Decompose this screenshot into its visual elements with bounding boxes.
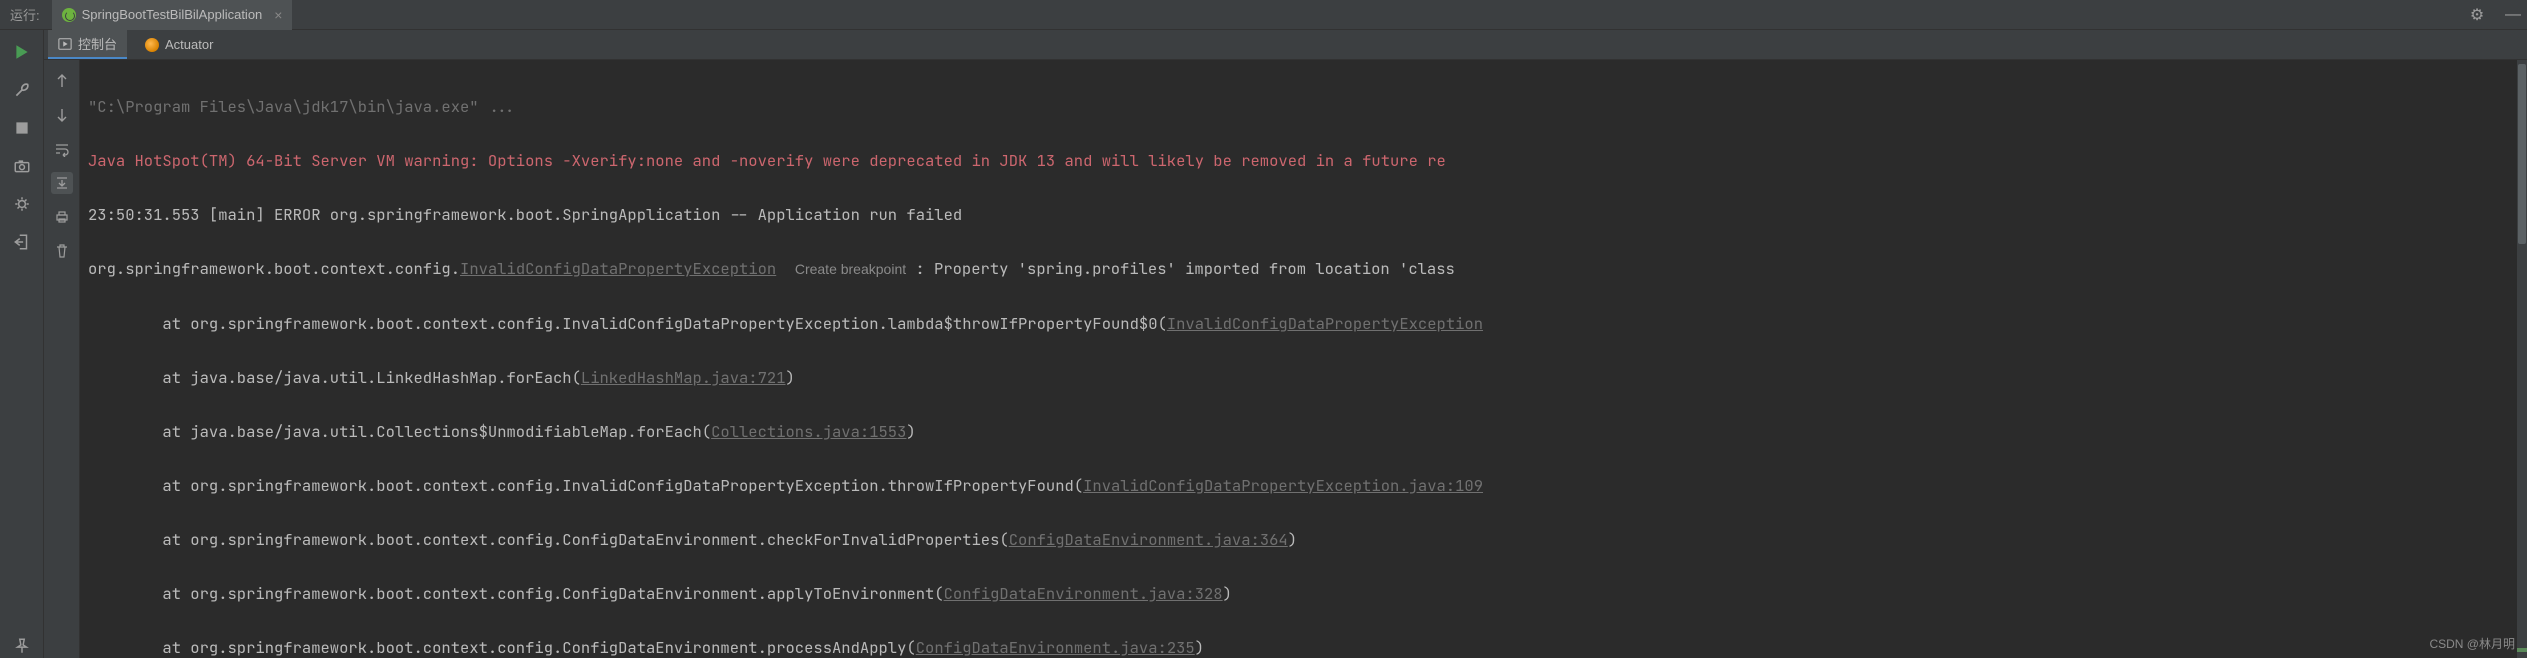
scroll-to-end-icon	[54, 175, 70, 191]
frame-text: at java.base/java.util.Collections$Unmod…	[88, 421, 711, 442]
console-output[interactable]: "C:\Program Files\Java\jdk17\bin\java.ex…	[80, 60, 2527, 658]
frame-text: at org.springframework.boot.context.conf…	[88, 475, 1083, 496]
source-link[interactable]: ConfigDataEnvironment.java:364	[1009, 529, 1288, 550]
tab-actuator-label: Actuator	[165, 37, 213, 52]
create-breakpoint-hint[interactable]: Create breakpoint	[795, 261, 906, 277]
frame-text: )	[1195, 637, 1204, 658]
stack-frame: at org.springframework.boot.context.conf…	[88, 634, 2527, 658]
dump-threads-button[interactable]	[10, 154, 34, 178]
exception-class-link[interactable]: InvalidConfigDataPropertyException	[460, 258, 776, 279]
frame-text: at org.springframework.boot.context.conf…	[88, 313, 1167, 334]
arrow-up-icon	[54, 73, 70, 89]
stop-icon	[13, 119, 31, 137]
scrollbar-thumb[interactable]	[2518, 64, 2526, 244]
frame-text: at org.springframework.boot.context.conf…	[88, 637, 916, 658]
console-pane: 控制台 Actuator	[44, 30, 2527, 658]
exit-button[interactable]	[10, 230, 34, 254]
close-tab-icon[interactable]: ×	[274, 7, 282, 23]
rerun-button[interactable]	[10, 40, 34, 64]
frame-text: at java.base/java.util.LinkedHashMap.for…	[88, 367, 581, 388]
console-row: "C:\Program Files\Java\jdk17\bin\java.ex…	[44, 60, 2527, 658]
stack-frame: at org.springframework.boot.context.conf…	[88, 472, 2527, 499]
stack-frame: at org.springframework.boot.context.conf…	[88, 580, 2527, 607]
analyze-button[interactable]	[10, 192, 34, 216]
pin-icon	[13, 637, 31, 655]
camera-icon	[13, 157, 31, 175]
frame-text: )	[786, 367, 795, 388]
bug-gear-icon	[13, 195, 31, 213]
watermark: CSDN @林月明	[2429, 635, 2515, 652]
scroll-down-button[interactable]	[51, 104, 73, 126]
minimize-icon: —	[2505, 6, 2521, 24]
tab-actuator[interactable]: Actuator	[135, 30, 223, 59]
scroll-up-button[interactable]	[51, 70, 73, 92]
stack-frame: at org.springframework.boot.context.conf…	[88, 310, 2527, 337]
source-link[interactable]: LinkedHashMap.java:721	[581, 367, 786, 388]
run-config-tab[interactable]: SpringBootTestBilBilApplication ×	[52, 0, 293, 30]
console-tab-icon	[58, 37, 72, 51]
console-line-warning: Java HotSpot(TM) 64-Bit Server VM warnin…	[88, 147, 2527, 174]
console-line: "C:\Program Files\Java\jdk17\bin\java.ex…	[88, 93, 2527, 120]
scroll-to-end-button[interactable]	[51, 172, 73, 194]
exit-icon	[13, 233, 31, 251]
exception-msg: : Property 'spring.profiles' imported fr…	[906, 258, 1455, 279]
spring-boot-icon	[62, 8, 76, 22]
source-link[interactable]: ConfigDataEnvironment.java:235	[916, 637, 1195, 658]
console-gutter	[44, 60, 80, 658]
console-tabstrip: 控制台 Actuator	[44, 30, 2527, 60]
run-config-tabbar: 运行: SpringBootTestBilBilApplication × ⚙ …	[0, 0, 2527, 30]
stack-frame: at java.base/java.util.Collections$Unmod…	[88, 418, 2527, 445]
hide-panel-button[interactable]: —	[2499, 1, 2527, 29]
main-area: 控制台 Actuator	[0, 30, 2527, 658]
wrench-icon	[13, 81, 31, 99]
printer-icon	[54, 209, 70, 225]
run-label: 运行:	[10, 5, 40, 24]
clear-all-button[interactable]	[51, 240, 73, 262]
play-icon	[13, 43, 31, 61]
frame-text: at org.springframework.boot.context.conf…	[88, 529, 1009, 550]
gear-icon: ⚙	[2470, 5, 2484, 25]
run-config-name: SpringBootTestBilBilApplication	[82, 7, 263, 22]
trash-icon	[54, 243, 70, 259]
frame-text: )	[1288, 529, 1297, 550]
exception-prefix: org.springframework.boot.context.config.	[88, 258, 460, 279]
soft-wrap-icon	[54, 141, 70, 157]
tab-console[interactable]: 控制台	[48, 30, 127, 59]
arrow-down-icon	[54, 107, 70, 123]
frame-text: at org.springframework.boot.context.conf…	[88, 583, 944, 604]
frame-text: )	[1223, 583, 1232, 604]
run-toolbar	[0, 30, 44, 658]
source-link[interactable]: ConfigDataEnvironment.java:328	[944, 583, 1223, 604]
source-link[interactable]: InvalidConfigDataPropertyException	[1167, 313, 1483, 334]
soft-wrap-button[interactable]	[51, 138, 73, 160]
frame-text: )	[906, 421, 915, 442]
console-line-error: 23:50:31.553 [main] ERROR org.springfram…	[88, 201, 2527, 228]
scrollbar-marker	[2517, 648, 2527, 652]
wrench-button[interactable]	[10, 78, 34, 102]
settings-button[interactable]: ⚙	[2463, 1, 2491, 29]
console-scrollbar[interactable]	[2517, 60, 2527, 658]
source-link[interactable]: Collections.java:1553	[711, 421, 906, 442]
stop-button[interactable]	[10, 116, 34, 140]
tab-console-label: 控制台	[78, 34, 117, 53]
stack-frame: at org.springframework.boot.context.conf…	[88, 526, 2527, 553]
source-link[interactable]: InvalidConfigDataPropertyException.java:…	[1083, 475, 1483, 496]
console-line-exception: org.springframework.boot.context.config.…	[88, 255, 2527, 283]
actuator-icon	[145, 38, 159, 52]
pin-button[interactable]	[10, 634, 34, 658]
stack-frame: at java.base/java.util.LinkedHashMap.for…	[88, 364, 2527, 391]
print-button[interactable]	[51, 206, 73, 228]
